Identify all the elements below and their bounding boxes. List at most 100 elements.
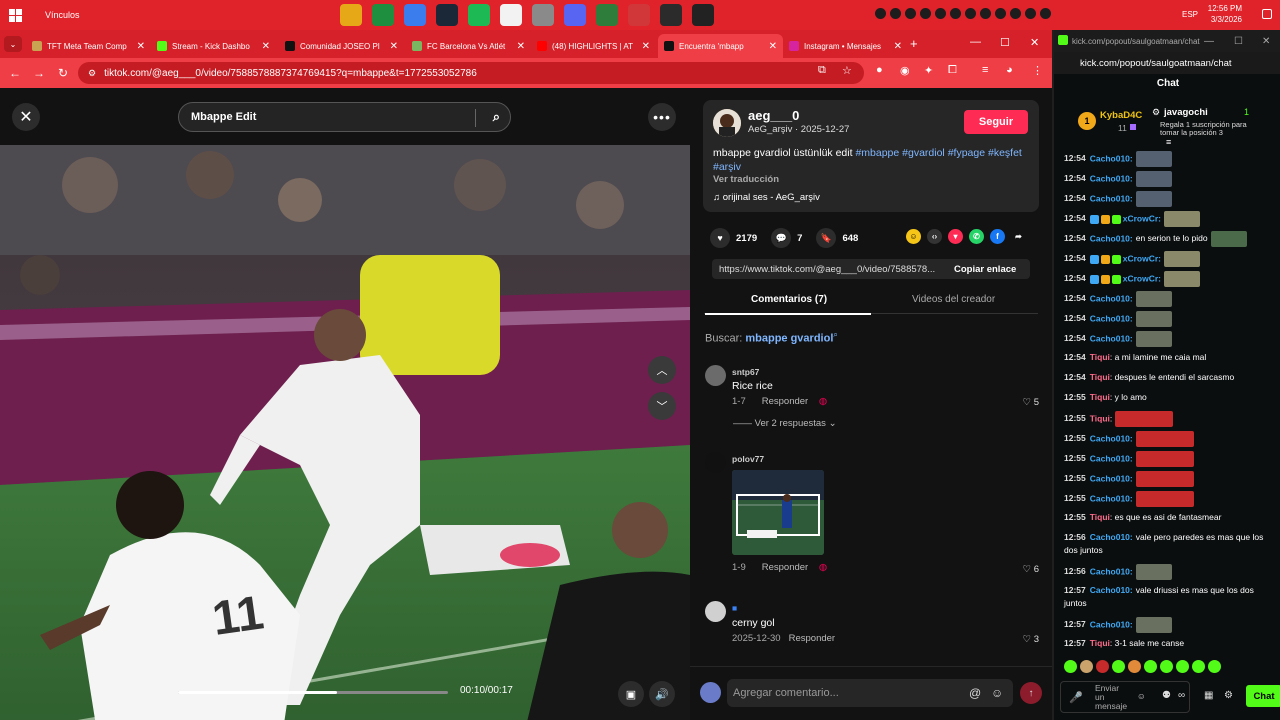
message-username[interactable]: Tiqui <box>1090 372 1110 382</box>
discord-icon[interactable] <box>564 4 586 26</box>
media-control-icon[interactable]: ≡ <box>982 64 988 76</box>
steam-icon[interactable] <box>436 4 458 26</box>
chrome-tray-icon[interactable] <box>920 8 931 19</box>
message-username[interactable]: Cacho010: <box>1090 313 1133 323</box>
emote-icon[interactable] <box>1208 660 1221 673</box>
comment-like[interactable]: ♡ 6 <box>1023 564 1039 575</box>
comment-avatar[interactable] <box>705 601 726 622</box>
emote-icon[interactable] <box>1160 660 1173 673</box>
onedrive-icon[interactable] <box>965 8 976 19</box>
google-drive-icon[interactable] <box>404 4 426 26</box>
copy-link-button[interactable]: Copiar enlace <box>946 264 1016 275</box>
address-bar[interactable]: ⚙ tiktok.com/@aeg___0/video/758857888737… <box>78 62 864 84</box>
maximize-icon[interactable]: ☐ <box>1000 36 1010 49</box>
message-username[interactable]: Cacho010: <box>1090 233 1133 243</box>
browser-tab[interactable]: Comunidad JOSEO Pl ✕ <box>279 34 404 58</box>
browser-menu-icon[interactable]: ⋮ <box>1032 64 1043 77</box>
comment-username[interactable]: sntp67 <box>732 367 759 377</box>
bookmark-icon[interactable]: 🔖 <box>816 228 837 248</box>
message-username[interactable]: xCrowCr: <box>1123 253 1161 263</box>
message-username[interactable]: Tiqui <box>1090 512 1110 522</box>
chat-send-button[interactable]: Chat <box>1246 685 1280 707</box>
comment-avatar[interactable] <box>705 452 726 473</box>
emote-icon[interactable] <box>1112 660 1125 673</box>
message-username[interactable]: Cacho010: <box>1090 433 1133 443</box>
comment-icon[interactable]: 💬 <box>771 228 792 248</box>
message-username[interactable]: Cacho010: <box>1090 585 1133 595</box>
hashtag-link[interactable]: #mbappe <box>855 147 899 159</box>
chrome-icon[interactable] <box>372 4 394 26</box>
message-username[interactable]: Tiqui <box>1090 392 1110 402</box>
like-heart-icon[interactable]: ♥ <box>710 228 730 248</box>
settings-gear-icon[interactable]: ⚙ <box>1224 690 1233 701</box>
close-tab-icon[interactable]: ✕ <box>137 41 145 52</box>
gift-icon[interactable]: ▦ <box>1204 690 1213 701</box>
follow-button[interactable]: Seguir <box>964 110 1028 134</box>
emote-icon[interactable] <box>1064 660 1077 673</box>
related-search[interactable]: Buscar: mbappe gvardiol⌕ <box>705 330 838 345</box>
spotify-icon[interactable] <box>468 4 490 26</box>
hashtag-link[interactable]: #keşfet <box>988 147 1022 159</box>
collapse-icon[interactable]: ≡ <box>1166 137 1171 147</box>
close-window-icon[interactable]: ✕ <box>1262 36 1270 47</box>
floating-player-icon[interactable]: ▣ <box>618 681 644 707</box>
send-to-friends-icon[interactable]: ▾ <box>948 229 963 244</box>
comment-like[interactable]: ♡ 5 <box>1023 397 1039 408</box>
valorant-icon[interactable] <box>660 4 682 26</box>
message-username[interactable]: Cacho010: <box>1090 493 1133 503</box>
headset-icon[interactable] <box>1040 8 1051 19</box>
profile-avatar-icon[interactable]: ◕ <box>1006 64 1013 76</box>
message-username[interactable]: xCrowCr: <box>1123 273 1161 283</box>
spotify-tray-icon[interactable] <box>890 8 901 19</box>
bluetooth-icon[interactable] <box>995 8 1006 19</box>
previous-video-button[interactable]: ︿ <box>648 356 676 384</box>
reply-button[interactable]: Responder <box>762 396 808 407</box>
browser-tab[interactable]: TFT Meta Team Comp ✕ <box>26 34 151 58</box>
mention-icon[interactable]: @ <box>969 686 981 700</box>
chrome-active-icon[interactable] <box>596 4 618 26</box>
notification-icon[interactable] <box>1262 9 1272 19</box>
browser-tab[interactable]: (48) HIGHLIGHTS | AT ✕ <box>531 34 656 58</box>
volume-icon[interactable]: 🔊 <box>649 681 675 707</box>
message-username[interactable]: Cacho010: <box>1090 473 1133 483</box>
mic-icon[interactable]: 🎤 <box>1069 691 1083 704</box>
network-icon[interactable] <box>905 8 916 19</box>
hashtag-link[interactable]: #arşiv <box>713 161 741 173</box>
hashtag-link[interactable]: #gvardiol <box>902 147 945 159</box>
close-tab-icon[interactable]: ✕ <box>769 41 777 52</box>
close-tab-icon[interactable]: ✕ <box>517 41 525 52</box>
language-indicator[interactable]: ESP <box>1182 10 1198 19</box>
steam-tray-icon[interactable] <box>980 8 991 19</box>
close-window-icon[interactable]: ✕ <box>1030 36 1039 49</box>
windows-start-icon[interactable] <box>0 0 30 30</box>
browser-tab[interactable]: Stream - Kick Dashbo ✕ <box>151 34 276 58</box>
back-icon[interactable]: ← <box>3 66 27 80</box>
minimize-icon[interactable]: — <box>1204 36 1214 47</box>
close-video-button[interactable]: ✕ <box>12 103 40 131</box>
post-comment-button[interactable]: ↑ <box>1020 682 1042 704</box>
forward-icon[interactable]: → <box>27 66 51 80</box>
bookmark-star-icon[interactable]: ☆ <box>842 64 852 77</box>
music-link[interactable]: ♫ orijinal ses - AeG_arşiv <box>713 192 820 203</box>
emote-icon[interactable] <box>1080 660 1093 673</box>
message-username[interactable]: Tiqui <box>1090 638 1110 648</box>
message-username[interactable]: Tiqui <box>1090 413 1110 423</box>
extension-red-icon[interactable]: ● <box>876 64 883 76</box>
close-tab-icon[interactable]: ✕ <box>390 41 398 52</box>
comment-input[interactable]: Agregar comentario... @ ☺ <box>727 679 1013 707</box>
reload-icon[interactable]: ↻ <box>51 66 75 80</box>
extension-audio-icon[interactable]: ◉ <box>900 64 910 77</box>
calendar-icon[interactable] <box>500 4 522 26</box>
video-player[interactable]: 11 ✕ Mbappe Edit ⌕ ••• ︿ ﹀ 00:10/00:17 ▣… <box>0 88 690 720</box>
discord-tray-icon[interactable] <box>1025 8 1036 19</box>
site-settings-icon[interactable]: ⚙ <box>88 68 96 79</box>
taskbar-links-label[interactable]: Vínculos <box>45 10 80 20</box>
share-arrow-icon[interactable]: ➦ <box>1011 229 1026 244</box>
browser-tab[interactable]: FC Barcelona Vs Atlét ✕ <box>406 34 531 58</box>
riot-icon[interactable] <box>628 4 650 26</box>
message-username[interactable]: Tiqui <box>1090 352 1110 362</box>
video-frame[interactable]: 11 <box>0 145 690 720</box>
settings-icon[interactable] <box>935 8 946 19</box>
message-username[interactable]: Cacho010: <box>1090 153 1133 163</box>
more-options-icon[interactable]: ••• <box>648 103 676 131</box>
